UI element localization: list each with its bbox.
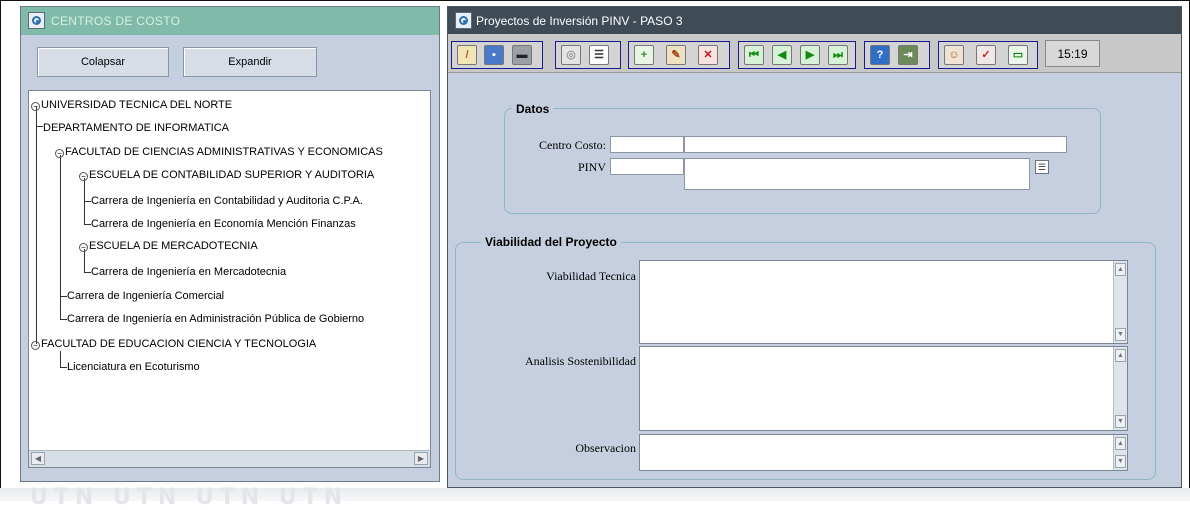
projects-titlebar[interactable]: Proyectos de Inversión PINV - PASO 3 xyxy=(448,7,1181,34)
toolbar-group-record: + ✎ ✕ xyxy=(628,41,730,69)
next-record-icon[interactable]: ▶ xyxy=(800,45,820,65)
toolbar-group-file: / ▪ ▬ xyxy=(451,41,543,69)
clock: 15:19 xyxy=(1045,40,1100,67)
previous-record-icon[interactable]: ◀ xyxy=(772,45,792,65)
viabilidad-tecnica-textarea[interactable]: ▲ ▼ xyxy=(639,260,1128,344)
check-icon[interactable]: ✓ xyxy=(976,45,996,65)
viabilidad-tecnica-label: Viabilidad Tecnica xyxy=(546,269,636,283)
first-record-icon[interactable]: ⏮ xyxy=(744,45,764,65)
scroll-up-icon[interactable]: ▲ xyxy=(1115,437,1126,450)
preview-icon[interactable]: ◎ xyxy=(561,45,581,65)
analisis-sostenibilidad-label: Analisis Sostenibilidad xyxy=(525,354,636,368)
cost-centers-window: CENTROS DE COSTO Colapsar Expandir − UNIV… xyxy=(20,6,440,482)
pinv-code-field[interactable] xyxy=(610,158,684,175)
datos-legend: Datos xyxy=(512,102,554,116)
insert-record-icon[interactable]: + xyxy=(634,45,654,65)
last-record-icon[interactable]: ⏭ xyxy=(828,45,848,65)
print-icon[interactable]: ▬ xyxy=(512,45,532,65)
horizontal-scrollbar[interactable]: ◀ ▶ xyxy=(29,450,430,467)
centro-costo-name-field[interactable] xyxy=(684,136,1067,153)
user-icon[interactable]: ☺ xyxy=(944,45,964,65)
collapse-node-icon[interactable]: − xyxy=(55,149,64,158)
pinv-description-field[interactable] xyxy=(684,158,1030,190)
scroll-right-icon[interactable]: ▶ xyxy=(414,452,428,465)
window-title: CENTROS DE COSTO xyxy=(51,14,181,28)
tree-node[interactable]: − FACULTAD DE EDUCACION CIENCIA Y TECNOLO… xyxy=(31,337,316,351)
vertical-scrollbar[interactable]: ▲ ▼ xyxy=(1113,261,1127,343)
collapse-node-icon[interactable]: − xyxy=(79,172,88,181)
scroll-up-icon[interactable]: ▲ xyxy=(1115,349,1126,362)
pinv-label: PINV xyxy=(577,160,606,174)
collapse-node-icon[interactable]: − xyxy=(31,102,40,111)
window-icon[interactable]: ▭ xyxy=(1008,45,1028,65)
help-icon[interactable]: ? xyxy=(870,45,890,65)
toolbar-group-navigation: ⏮ ◀ ▶ ⏭ xyxy=(738,41,856,69)
tree-node[interactable]: Carrera de Ingeniería en Economía Menció… xyxy=(91,217,356,231)
viabilidad-legend: Viabilidad del Proyecto xyxy=(481,235,621,249)
app-icon xyxy=(455,12,472,29)
tree-node[interactable]: Carrera de Ingeniería en Contabilidad y … xyxy=(91,194,363,208)
observacion-label: Observacion xyxy=(575,441,636,455)
tree-node[interactable]: − UNIVERSIDAD TECNICA DEL NORTE xyxy=(31,98,232,112)
tree-node[interactable]: − ESCUELA DE MERCADOTECNIA xyxy=(79,239,258,253)
scroll-up-icon[interactable]: ▲ xyxy=(1115,263,1126,276)
collapse-button[interactable]: Colapsar xyxy=(37,47,169,77)
tree-node[interactable]: Carrera de Ingeniería en Mercadotecnia xyxy=(91,265,286,279)
vertical-scrollbar[interactable]: ▲ ▼ xyxy=(1113,435,1127,470)
vertical-scrollbar[interactable]: ▲ ▼ xyxy=(1113,347,1127,430)
centro-costo-label: Centro Costo: xyxy=(538,138,606,152)
investment-projects-window: Proyectos de Inversión PINV - PASO 3 / ▪… xyxy=(447,6,1182,488)
toolbar-group-help: ? ⇥ xyxy=(864,41,930,69)
cost-center-tree[interactable]: − UNIVERSIDAD TECNICA DEL NORTE DEPARTAME… xyxy=(28,90,431,468)
analisis-sostenibilidad-textarea[interactable]: ▲ ▼ xyxy=(639,346,1128,431)
edit-record-icon[interactable]: ✎ xyxy=(666,45,686,65)
collapse-node-icon[interactable]: − xyxy=(31,341,40,350)
list-of-values-icon[interactable]: ☰ xyxy=(1035,160,1049,174)
tree-node[interactable]: − ESCUELA DE CONTABILIDAD SUPERIOR Y AUDI… xyxy=(79,168,374,182)
delete-record-icon[interactable]: ✕ xyxy=(698,45,718,65)
tree-node[interactable]: DEPARTAMENTO DE INFORMATICA xyxy=(43,121,229,135)
observacion-textarea[interactable]: ▲ ▼ xyxy=(639,434,1128,471)
toolbar-group-tools: ☺ ✓ ▭ xyxy=(938,41,1038,69)
cost-centers-titlebar[interactable]: CENTROS DE COSTO xyxy=(21,7,439,35)
scroll-down-icon[interactable]: ▼ xyxy=(1115,415,1126,428)
save-icon[interactable]: ▪ xyxy=(484,45,504,65)
tree-node[interactable]: Carrera de Ingeniería en Administración … xyxy=(67,312,364,326)
scroll-left-icon[interactable]: ◀ xyxy=(31,452,45,465)
window-title: Proyectos de Inversión PINV - PASO 3 xyxy=(476,14,683,28)
tree-node[interactable]: Licenciatura en Ecoturismo xyxy=(67,360,200,374)
expand-button[interactable]: Expandir xyxy=(183,47,317,77)
tree-node[interactable]: Carrera de Ingeniería Comercial xyxy=(67,289,224,303)
app-icon xyxy=(28,12,45,29)
exit-icon[interactable]: ⇥ xyxy=(898,45,918,65)
tree-node[interactable]: − FACULTAD DE CIENCIAS ADMINISTRATIVAS Y … xyxy=(55,145,383,159)
collapse-node-icon[interactable]: − xyxy=(79,243,88,252)
scroll-down-icon[interactable]: ▼ xyxy=(1115,455,1126,468)
toolbar-group-view: ◎ ☰ xyxy=(555,41,621,69)
list-icon[interactable]: ☰ xyxy=(589,45,609,65)
background-watermark: UTN UTN UTN UTN xyxy=(0,485,1190,510)
centro-costo-code-field[interactable] xyxy=(610,136,684,153)
toolbar: / ▪ ▬ ◎ ☰ + ✎ ✕ ⏮ ◀ ▶ ⏭ ? ⇥ ☺ ✓ ▭ 15:19 xyxy=(448,34,1181,73)
broom-icon[interactable]: / xyxy=(457,45,477,65)
scroll-down-icon[interactable]: ▼ xyxy=(1115,328,1126,341)
